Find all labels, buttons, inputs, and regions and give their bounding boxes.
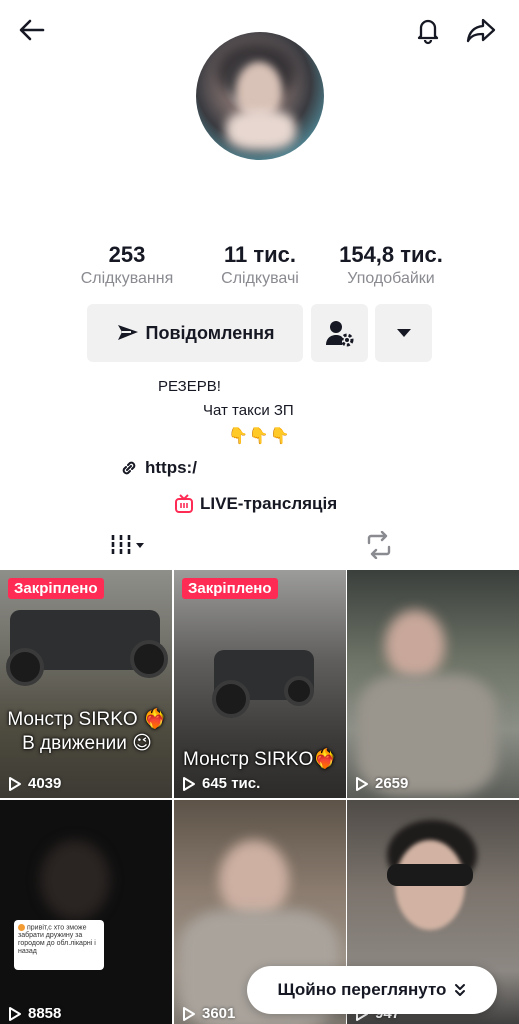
commenter-avatar [18,924,25,931]
tab-videos[interactable] [86,522,174,568]
double-chevron-down-icon [455,984,466,996]
arrow-left-icon [19,19,45,41]
play-icon [9,1006,21,1021]
notifications-button[interactable] [410,12,446,48]
view-count-text: 8858 [28,1005,62,1022]
live-stream-link[interactable]: LIVE-трансляція [174,494,337,514]
profile-stats: 253 Слідкування 11 тис. Слідкувачі 154,8… [0,242,519,292]
following-count: 253 [108,242,146,267]
content-tabs [0,522,519,568]
video-caption: Монстр SIRKO ❤️‍🔥 В движении 😉 [7,709,167,754]
recently-watched-button[interactable]: Щойно переглянуто [247,966,497,1014]
video-thumbnail[interactable]: Закріплено Монстр SIRKO ❤️‍🔥 В движении … [0,570,172,798]
message-button[interactable]: Повідомлення [87,304,303,362]
bio-link[interactable]: https:/ [119,458,197,478]
video-grid: Закріплено Монстр SIRKO ❤️‍🔥 В движении … [0,570,519,1024]
play-icon [356,776,368,791]
live-tv-icon [175,494,193,513]
friend-settings-button[interactable] [311,304,368,362]
caret-down-icon [396,329,411,337]
view-count: 4039 [8,775,61,792]
likes-stat: 154,8 тис. Уподобайки [326,242,456,290]
more-options-button[interactable] [375,304,432,362]
following-stat[interactable]: 253 Слідкування [66,242,188,290]
pinned-badge: Закріплено [182,578,278,599]
video-thumbnail[interactable]: привіт,с хто зможе забрати дружину за го… [0,800,172,1024]
avatar-hand [226,110,296,150]
wheel-shape [130,640,168,678]
blurred-face [219,840,289,920]
likes-count: 154,8 тис. [339,242,443,267]
view-count-text: 645 тис. [202,775,261,792]
video-thumbnail[interactable]: Закріплено Монстр SIRKO❤️‍🔥 645 тис. [174,570,346,798]
bio-line-2: Чат такси ЗП [203,402,294,419]
wheel-shape [212,680,250,718]
send-icon [117,325,138,340]
bell-icon [417,19,439,45]
live-stream-label: LIVE-трансляція [200,494,338,513]
bio-link-text: https:/ [145,458,197,477]
wheel-shape [6,648,44,686]
blurred-face [385,610,445,680]
followers-label: Слідкувачі [221,270,299,287]
bio-line-1: РЕЗЕРВ! [158,378,221,395]
link-icon [122,461,136,475]
comment-text: привіт,с хто зможе забрати дружину за го… [18,924,96,956]
pinned-badge: Закріплено [8,578,104,599]
likes-label: Уподобайки [347,270,435,287]
following-label: Слідкування [80,270,174,287]
video-thumbnail[interactable]: 2659 [347,570,519,798]
blurred-face [40,840,110,920]
recently-watched-label: Щойно переглянуто [277,980,447,999]
share-arrow-icon [466,18,496,43]
share-button[interactable] [463,12,499,48]
wheel-shape [284,676,314,706]
view-count-text: 4039 [28,775,62,792]
play-icon [9,776,21,791]
message-button-label: Повідомлення [145,322,275,343]
avatar[interactable] [196,32,324,160]
view-count: 645 тис. [182,775,260,792]
followers-stat[interactable]: 11 тис. Слідкувачі [208,242,312,290]
play-icon [183,1006,195,1021]
tab-reposts[interactable] [346,522,412,568]
repost-icon [367,531,391,559]
followers-count: 11 тис. [223,242,296,267]
view-count-text: 3601 [202,1005,236,1022]
video-caption: Монстр SIRKO❤️‍🔥 [183,749,337,770]
play-icon [183,776,195,791]
profile-actions: Повідомлення [0,304,519,362]
person-gear-icon [325,321,353,347]
view-count: 8858 [8,1005,61,1022]
view-count: 3601 [182,1005,235,1022]
sunglasses-shape [387,864,473,886]
comment-reply-card: привіт,с хто зможе забрати дружину за го… [14,920,104,970]
view-count: 2659 [355,775,408,792]
bio-line-3: 👇👇👇 [228,428,291,445]
view-count-text: 2659 [375,775,409,792]
back-button[interactable] [14,12,50,48]
grid-bars-icon [111,535,144,555]
